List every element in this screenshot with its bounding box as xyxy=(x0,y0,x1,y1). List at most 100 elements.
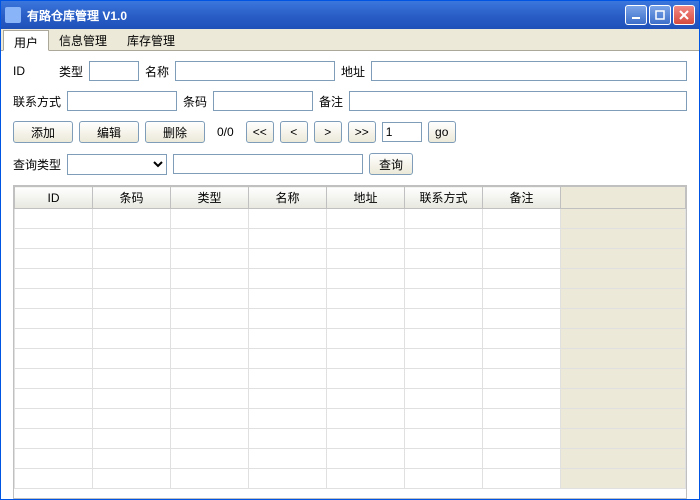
col-address[interactable]: 地址 xyxy=(327,187,405,209)
table-cell xyxy=(327,349,405,369)
name-label: 名称 xyxy=(145,63,169,80)
tab-info-mgmt[interactable]: 信息管理 xyxy=(49,29,117,50)
table-cell xyxy=(561,229,686,249)
table-row[interactable] xyxy=(15,449,686,469)
table-cell xyxy=(561,309,686,329)
page-input[interactable] xyxy=(382,122,422,142)
table-cell xyxy=(93,229,171,249)
search-button[interactable]: 查询 xyxy=(369,153,413,175)
table-row[interactable] xyxy=(15,369,686,389)
search-keyword-input[interactable] xyxy=(173,154,363,174)
address-input[interactable] xyxy=(371,61,687,81)
table-cell xyxy=(405,269,483,289)
table-row[interactable] xyxy=(15,329,686,349)
table-cell xyxy=(171,429,249,449)
table-cell xyxy=(483,289,561,309)
table-cell xyxy=(15,349,93,369)
table-row[interactable] xyxy=(15,429,686,449)
table-cell xyxy=(171,349,249,369)
last-page-button[interactable]: >> xyxy=(348,121,376,143)
table-cell xyxy=(327,289,405,309)
tab-user[interactable]: 用户 xyxy=(3,30,49,51)
table-row[interactable] xyxy=(15,249,686,269)
table-cell xyxy=(249,469,327,489)
barcode-label: 条码 xyxy=(183,93,207,110)
edit-button[interactable]: 编辑 xyxy=(79,121,139,143)
table-row[interactable] xyxy=(15,409,686,429)
table-row[interactable] xyxy=(15,229,686,249)
form-row-1: ID 类型 名称 地址 xyxy=(13,61,687,81)
table-cell xyxy=(561,369,686,389)
table-cell xyxy=(483,429,561,449)
table-cell xyxy=(93,369,171,389)
app-window: 有路仓库管理 V1.0 用户 信息管理 库存管理 ID 类型 名称 地址 联系方… xyxy=(0,0,700,500)
table-row[interactable] xyxy=(15,309,686,329)
table-row[interactable] xyxy=(15,289,686,309)
table-cell xyxy=(15,329,93,349)
data-table: ID 条码 类型 名称 地址 联系方式 备注 xyxy=(13,185,687,499)
col-id[interactable]: ID xyxy=(15,187,93,209)
col-barcode[interactable]: 条码 xyxy=(93,187,171,209)
table-cell xyxy=(171,389,249,409)
search-type-select[interactable] xyxy=(67,154,167,175)
remark-label: 备注 xyxy=(319,93,343,110)
table-cell xyxy=(15,249,93,269)
table-row[interactable] xyxy=(15,469,686,489)
barcode-input[interactable] xyxy=(213,91,313,111)
table-cell xyxy=(93,429,171,449)
table-cell xyxy=(561,249,686,269)
table-cell xyxy=(171,409,249,429)
table-cell xyxy=(15,229,93,249)
type-input[interactable] xyxy=(89,61,139,81)
window-title: 有路仓库管理 V1.0 xyxy=(27,7,623,24)
table-cell xyxy=(405,309,483,329)
table-header-row: ID 条码 类型 名称 地址 联系方式 备注 xyxy=(15,187,686,209)
contact-input[interactable] xyxy=(67,91,177,111)
table-cell xyxy=(327,329,405,349)
table-cell xyxy=(249,429,327,449)
col-remark[interactable]: 备注 xyxy=(483,187,561,209)
minimize-button[interactable] xyxy=(625,5,647,25)
table-cell xyxy=(249,229,327,249)
table-cell xyxy=(171,329,249,349)
col-type[interactable]: 类型 xyxy=(171,187,249,209)
table-cell xyxy=(249,409,327,429)
table-cell xyxy=(483,349,561,369)
first-page-button[interactable]: << xyxy=(246,121,274,143)
table-cell xyxy=(171,249,249,269)
table-row[interactable] xyxy=(15,269,686,289)
close-button[interactable] xyxy=(673,5,695,25)
maximize-button[interactable] xyxy=(649,5,671,25)
table-cell xyxy=(93,209,171,229)
tab-stock-mgmt[interactable]: 库存管理 xyxy=(117,29,185,50)
contact-label: 联系方式 xyxy=(13,93,61,110)
prev-page-button[interactable]: < xyxy=(280,121,308,143)
table-cell xyxy=(405,429,483,449)
remark-input[interactable] xyxy=(349,91,687,111)
col-name[interactable]: 名称 xyxy=(249,187,327,209)
add-button[interactable]: 添加 xyxy=(13,121,73,143)
table-cell xyxy=(93,409,171,429)
next-page-button[interactable]: > xyxy=(314,121,342,143)
table-cell xyxy=(171,269,249,289)
table-row[interactable] xyxy=(15,209,686,229)
table-cell xyxy=(483,269,561,289)
table-cell xyxy=(561,469,686,489)
table-cell xyxy=(15,289,93,309)
table-cell xyxy=(327,449,405,469)
table-cell xyxy=(93,389,171,409)
table-row[interactable] xyxy=(15,389,686,409)
table-cell xyxy=(249,369,327,389)
table-cell xyxy=(93,349,171,369)
pager-info: 0/0 xyxy=(217,125,234,139)
table-row[interactable] xyxy=(15,349,686,369)
table-cell xyxy=(405,389,483,409)
name-input[interactable] xyxy=(175,61,335,81)
table-cell xyxy=(15,269,93,289)
go-button[interactable]: go xyxy=(428,121,456,143)
table-cell xyxy=(483,229,561,249)
delete-button[interactable]: 删除 xyxy=(145,121,205,143)
table-cell xyxy=(249,309,327,329)
table-cell xyxy=(561,389,686,409)
col-contact[interactable]: 联系方式 xyxy=(405,187,483,209)
